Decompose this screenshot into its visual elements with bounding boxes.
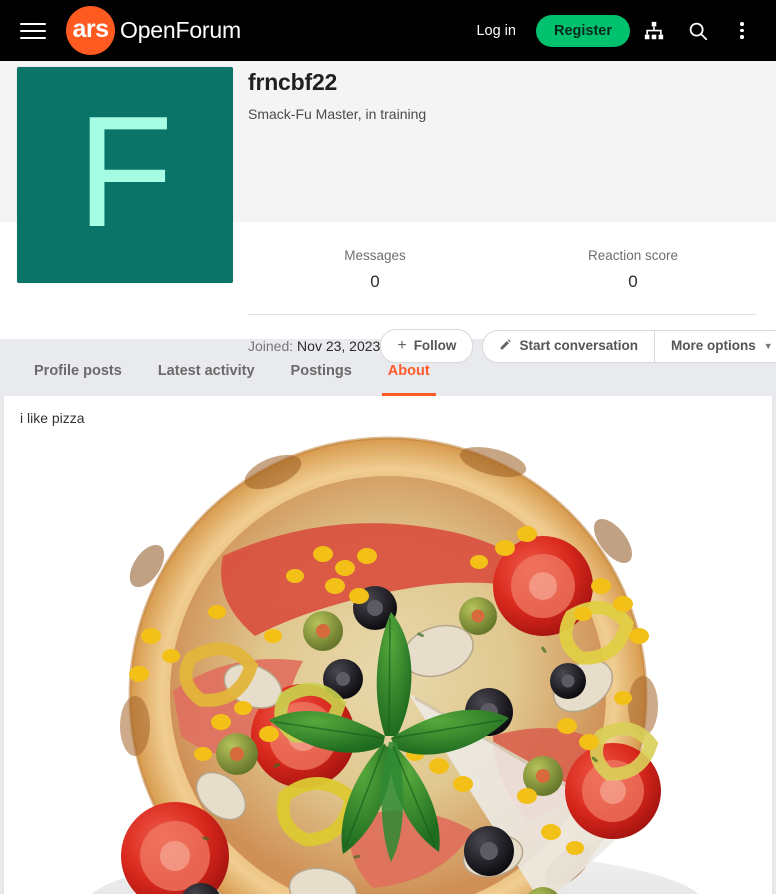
sitemap-icon[interactable] — [634, 11, 674, 51]
hamburger-line — [20, 36, 46, 39]
stat-value: 0 — [370, 272, 380, 291]
top-navigation-bar: ars OpenForum Log in Register — [0, 0, 776, 61]
site-logo[interactable]: ars OpenForum — [66, 6, 241, 55]
stat-label: Reaction score — [587, 248, 679, 263]
dot — [740, 35, 744, 39]
stat-reaction-score[interactable]: Reaction score 0 — [568, 248, 698, 292]
pizza-illustration — [91, 436, 699, 894]
search-icon[interactable] — [678, 11, 718, 51]
caret-down-icon: ▼ — [763, 340, 773, 351]
avatar[interactable]: F — [17, 67, 233, 283]
tab-latest-activity[interactable]: Latest activity — [140, 363, 273, 396]
about-text: i like pizza — [20, 410, 85, 426]
conversation-button-group: Start conversation More options ▼ — [482, 329, 776, 363]
profile-identity: frncbf22 Smack-Fu Master, in training — [248, 61, 776, 122]
more-vertical-icon[interactable] — [722, 11, 762, 51]
joined-value: Nov 23, 2023 — [297, 338, 381, 354]
follow-button[interactable]: + Follow — [380, 329, 474, 363]
stat-label: Messages — [344, 248, 406, 263]
profile-header: F frncbf22 Smack-Fu Master, in training … — [0, 61, 776, 363]
top-nav-actions: Log in Register — [464, 11, 762, 51]
joined-label: Joined: — [248, 338, 294, 354]
login-link[interactable]: Log in — [464, 17, 528, 45]
stat-messages[interactable]: Messages 0 — [310, 248, 440, 292]
avatar-letter: F — [76, 84, 174, 260]
tab-about[interactable]: About — [370, 363, 448, 396]
register-button[interactable]: Register — [535, 14, 630, 47]
hamburger-menu-icon[interactable] — [20, 21, 46, 41]
tab-profile-posts[interactable]: Profile posts — [16, 363, 140, 396]
plus-icon: + — [397, 337, 407, 354]
profile-action-buttons: + Follow Start conversation More options… — [380, 329, 776, 363]
hamburger-line — [20, 22, 46, 25]
dot — [740, 22, 744, 26]
follow-label: Follow — [413, 338, 457, 354]
page-body: F frncbf22 Smack-Fu Master, in training … — [0, 61, 776, 894]
profile-actions-row: Joined: Nov 23, 2023 + Follow Start conv… — [248, 315, 776, 363]
profile-stats-wrap: Messages 0 Reaction score 0 Joined: Nov … — [248, 222, 776, 363]
joined-date: Joined: Nov 23, 2023 — [248, 338, 380, 354]
start-conversation-label: Start conversation — [519, 338, 638, 354]
start-conversation-button[interactable]: Start conversation — [482, 329, 654, 363]
profile-stats: Messages 0 Reaction score 0 — [248, 222, 756, 292]
dot — [740, 28, 744, 33]
user-rank-title: Smack-Fu Master, in training — [248, 106, 427, 122]
more-options-button[interactable]: More options ▼ — [653, 329, 776, 363]
page-title: frncbf22 — [248, 69, 338, 95]
pencil-icon — [499, 338, 512, 353]
about-content-card: i like pizza — [3, 396, 773, 894]
more-options-label: More options — [670, 338, 756, 354]
site-title: OpenForum — [120, 17, 241, 43]
ars-logo-mark: ars — [66, 6, 115, 55]
pizza-photo[interactable] — [4, 436, 772, 894]
hamburger-line — [20, 29, 46, 32]
stat-value: 0 — [628, 272, 638, 291]
overflow-dots — [740, 22, 744, 39]
tab-postings[interactable]: Postings — [273, 363, 370, 396]
